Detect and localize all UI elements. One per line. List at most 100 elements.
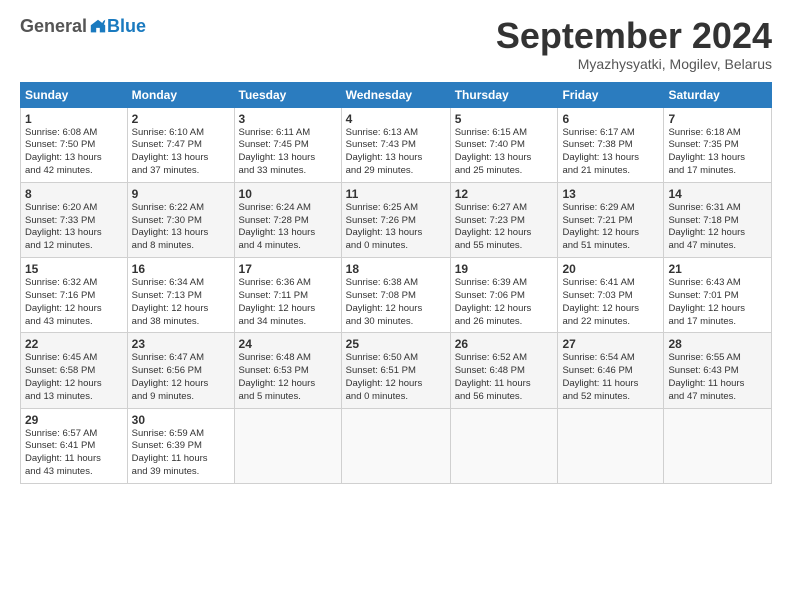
day-info: Sunrise: 6:34 AM Sunset: 7:13 PM Dayligh…	[132, 277, 230, 328]
calendar-cell	[234, 408, 341, 483]
calendar-cell: 4Sunrise: 6:13 AM Sunset: 7:43 PM Daylig…	[341, 107, 450, 182]
calendar-cell	[341, 408, 450, 483]
calendar-cell: 11Sunrise: 6:25 AM Sunset: 7:26 PM Dayli…	[341, 182, 450, 257]
logo-icon	[89, 18, 107, 36]
day-info: Sunrise: 6:52 AM Sunset: 6:48 PM Dayligh…	[455, 352, 554, 403]
day-info: Sunrise: 6:25 AM Sunset: 7:26 PM Dayligh…	[346, 202, 446, 253]
calendar-header-tuesday: Tuesday	[234, 82, 341, 107]
day-number: 14	[668, 187, 767, 201]
day-number: 10	[239, 187, 337, 201]
day-info: Sunrise: 6:24 AM Sunset: 7:28 PM Dayligh…	[239, 202, 337, 253]
month-title: September 2024	[496, 16, 772, 56]
calendar-week-row: 22Sunrise: 6:45 AM Sunset: 6:58 PM Dayli…	[21, 333, 772, 408]
day-info: Sunrise: 6:55 AM Sunset: 6:43 PM Dayligh…	[668, 352, 767, 403]
day-number: 8	[25, 187, 123, 201]
calendar-cell: 16Sunrise: 6:34 AM Sunset: 7:13 PM Dayli…	[127, 258, 234, 333]
calendar-header-wednesday: Wednesday	[341, 82, 450, 107]
day-info: Sunrise: 6:31 AM Sunset: 7:18 PM Dayligh…	[668, 202, 767, 253]
day-info: Sunrise: 6:11 AM Sunset: 7:45 PM Dayligh…	[239, 127, 337, 178]
day-number: 13	[562, 187, 659, 201]
day-number: 20	[562, 262, 659, 276]
logo: General Blue	[20, 16, 146, 37]
day-info: Sunrise: 6:39 AM Sunset: 7:06 PM Dayligh…	[455, 277, 554, 328]
calendar-cell: 17Sunrise: 6:36 AM Sunset: 7:11 PM Dayli…	[234, 258, 341, 333]
day-number: 25	[346, 337, 446, 351]
day-info: Sunrise: 6:45 AM Sunset: 6:58 PM Dayligh…	[25, 352, 123, 403]
day-info: Sunrise: 6:38 AM Sunset: 7:08 PM Dayligh…	[346, 277, 446, 328]
calendar-cell: 22Sunrise: 6:45 AM Sunset: 6:58 PM Dayli…	[21, 333, 128, 408]
calendar-cell: 3Sunrise: 6:11 AM Sunset: 7:45 PM Daylig…	[234, 107, 341, 182]
page-header: General Blue September 2024 Myazhysyatki…	[20, 16, 772, 72]
calendar-cell: 15Sunrise: 6:32 AM Sunset: 7:16 PM Dayli…	[21, 258, 128, 333]
day-number: 5	[455, 112, 554, 126]
day-info: Sunrise: 6:32 AM Sunset: 7:16 PM Dayligh…	[25, 277, 123, 328]
calendar-header-friday: Friday	[558, 82, 664, 107]
day-number: 6	[562, 112, 659, 126]
day-info: Sunrise: 6:43 AM Sunset: 7:01 PM Dayligh…	[668, 277, 767, 328]
day-number: 29	[25, 413, 123, 427]
calendar-cell: 2Sunrise: 6:10 AM Sunset: 7:47 PM Daylig…	[127, 107, 234, 182]
calendar-header-monday: Monday	[127, 82, 234, 107]
calendar-cell: 28Sunrise: 6:55 AM Sunset: 6:43 PM Dayli…	[664, 333, 772, 408]
day-number: 9	[132, 187, 230, 201]
day-number: 12	[455, 187, 554, 201]
day-info: Sunrise: 6:22 AM Sunset: 7:30 PM Dayligh…	[132, 202, 230, 253]
day-number: 1	[25, 112, 123, 126]
calendar-cell: 19Sunrise: 6:39 AM Sunset: 7:06 PM Dayli…	[450, 258, 558, 333]
logo-general-text: General	[20, 16, 87, 37]
calendar-cell: 18Sunrise: 6:38 AM Sunset: 7:08 PM Dayli…	[341, 258, 450, 333]
day-info: Sunrise: 6:47 AM Sunset: 6:56 PM Dayligh…	[132, 352, 230, 403]
day-info: Sunrise: 6:17 AM Sunset: 7:38 PM Dayligh…	[562, 127, 659, 178]
day-info: Sunrise: 6:54 AM Sunset: 6:46 PM Dayligh…	[562, 352, 659, 403]
calendar-week-row: 1Sunrise: 6:08 AM Sunset: 7:50 PM Daylig…	[21, 107, 772, 182]
calendar-cell: 30Sunrise: 6:59 AM Sunset: 6:39 PM Dayli…	[127, 408, 234, 483]
calendar-cell: 9Sunrise: 6:22 AM Sunset: 7:30 PM Daylig…	[127, 182, 234, 257]
calendar-week-row: 15Sunrise: 6:32 AM Sunset: 7:16 PM Dayli…	[21, 258, 772, 333]
calendar-cell: 29Sunrise: 6:57 AM Sunset: 6:41 PM Dayli…	[21, 408, 128, 483]
calendar-cell: 26Sunrise: 6:52 AM Sunset: 6:48 PM Dayli…	[450, 333, 558, 408]
day-number: 28	[668, 337, 767, 351]
calendar-cell: 21Sunrise: 6:43 AM Sunset: 7:01 PM Dayli…	[664, 258, 772, 333]
calendar-cell: 14Sunrise: 6:31 AM Sunset: 7:18 PM Dayli…	[664, 182, 772, 257]
day-number: 30	[132, 413, 230, 427]
calendar-header-saturday: Saturday	[664, 82, 772, 107]
calendar-cell	[450, 408, 558, 483]
day-number: 18	[346, 262, 446, 276]
day-number: 2	[132, 112, 230, 126]
day-info: Sunrise: 6:48 AM Sunset: 6:53 PM Dayligh…	[239, 352, 337, 403]
day-info: Sunrise: 6:41 AM Sunset: 7:03 PM Dayligh…	[562, 277, 659, 328]
calendar-cell: 25Sunrise: 6:50 AM Sunset: 6:51 PM Dayli…	[341, 333, 450, 408]
calendar-header-sunday: Sunday	[21, 82, 128, 107]
day-info: Sunrise: 6:29 AM Sunset: 7:21 PM Dayligh…	[562, 202, 659, 253]
day-info: Sunrise: 6:13 AM Sunset: 7:43 PM Dayligh…	[346, 127, 446, 178]
day-number: 17	[239, 262, 337, 276]
logo-blue-text: Blue	[107, 16, 146, 37]
calendar-cell: 7Sunrise: 6:18 AM Sunset: 7:35 PM Daylig…	[664, 107, 772, 182]
calendar-week-row: 8Sunrise: 6:20 AM Sunset: 7:33 PM Daylig…	[21, 182, 772, 257]
day-number: 3	[239, 112, 337, 126]
day-number: 19	[455, 262, 554, 276]
calendar-cell: 8Sunrise: 6:20 AM Sunset: 7:33 PM Daylig…	[21, 182, 128, 257]
day-info: Sunrise: 6:36 AM Sunset: 7:11 PM Dayligh…	[239, 277, 337, 328]
calendar-cell	[558, 408, 664, 483]
calendar-cell: 1Sunrise: 6:08 AM Sunset: 7:50 PM Daylig…	[21, 107, 128, 182]
calendar-cell: 5Sunrise: 6:15 AM Sunset: 7:40 PM Daylig…	[450, 107, 558, 182]
calendar-week-row: 29Sunrise: 6:57 AM Sunset: 6:41 PM Dayli…	[21, 408, 772, 483]
calendar-header-thursday: Thursday	[450, 82, 558, 107]
day-number: 7	[668, 112, 767, 126]
calendar-cell: 6Sunrise: 6:17 AM Sunset: 7:38 PM Daylig…	[558, 107, 664, 182]
day-number: 16	[132, 262, 230, 276]
day-info: Sunrise: 6:59 AM Sunset: 6:39 PM Dayligh…	[132, 428, 230, 479]
day-number: 23	[132, 337, 230, 351]
calendar-cell: 20Sunrise: 6:41 AM Sunset: 7:03 PM Dayli…	[558, 258, 664, 333]
calendar-cell: 10Sunrise: 6:24 AM Sunset: 7:28 PM Dayli…	[234, 182, 341, 257]
day-info: Sunrise: 6:15 AM Sunset: 7:40 PM Dayligh…	[455, 127, 554, 178]
day-info: Sunrise: 6:20 AM Sunset: 7:33 PM Dayligh…	[25, 202, 123, 253]
calendar-header-row: SundayMondayTuesdayWednesdayThursdayFrid…	[21, 82, 772, 107]
day-number: 15	[25, 262, 123, 276]
day-info: Sunrise: 6:10 AM Sunset: 7:47 PM Dayligh…	[132, 127, 230, 178]
calendar-cell: 12Sunrise: 6:27 AM Sunset: 7:23 PM Dayli…	[450, 182, 558, 257]
day-number: 26	[455, 337, 554, 351]
day-info: Sunrise: 6:18 AM Sunset: 7:35 PM Dayligh…	[668, 127, 767, 178]
calendar-table: SundayMondayTuesdayWednesdayThursdayFrid…	[20, 82, 772, 484]
